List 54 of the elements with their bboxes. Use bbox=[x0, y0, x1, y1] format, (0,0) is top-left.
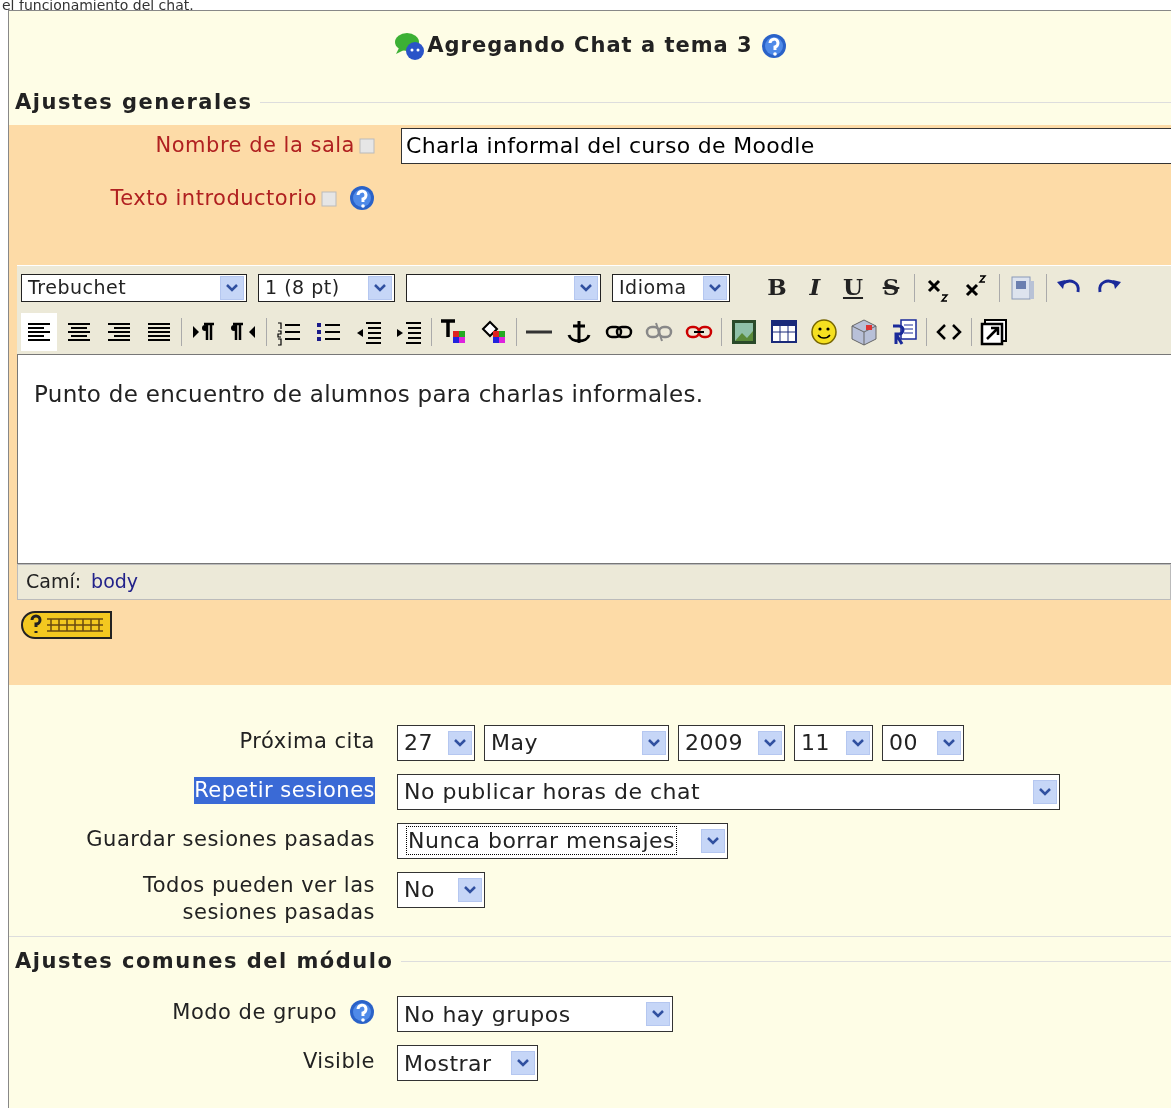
path-link[interactable]: body bbox=[91, 567, 139, 596]
chevron-down-icon bbox=[651, 1009, 665, 1019]
field-label: Próxima cita bbox=[239, 727, 375, 755]
keyboard-help-icon[interactable] bbox=[21, 609, 113, 640]
section-legend: Ajustes comunes del módulo bbox=[15, 945, 394, 977]
field-label: Todos pueden ver las sesiones pasadas bbox=[142, 871, 375, 926]
editor-text: Punto de encuentro de alumnos para charlas informales. bbox=[34, 380, 704, 407]
format-button[interactable]: U bbox=[838, 270, 868, 305]
chevron-down-icon bbox=[579, 282, 593, 293]
field-label: Nombre de la sala bbox=[155, 131, 355, 159]
chevron-down-icon bbox=[851, 737, 865, 748]
page-title: Agregando Chat a tema 3 bbox=[427, 32, 753, 60]
chevron-down-icon bbox=[708, 282, 722, 293]
chevron-down-icon bbox=[463, 884, 477, 895]
intro-text: el funcionamiento del chat. bbox=[1, 0, 195, 10]
dropdown[interactable]: No publicar horas de chat bbox=[397, 773, 1060, 810]
chevron-down-icon bbox=[942, 737, 956, 748]
dropdown[interactable]: No bbox=[397, 871, 485, 908]
section-legend: Ajustes generales bbox=[15, 87, 253, 119]
help-icon[interactable] bbox=[349, 184, 375, 211]
chevron-down-icon bbox=[373, 282, 387, 293]
dropdown[interactable]: Nunca borrar mensajes bbox=[397, 822, 728, 859]
field-label: Modo de grupo bbox=[172, 999, 337, 1026]
field-label: Guardar sesiones pasadas bbox=[86, 825, 375, 853]
dropdown[interactable]: Trebuchet bbox=[21, 273, 247, 302]
chevron-down-icon bbox=[647, 737, 661, 748]
dropdown[interactable]: Mostrar bbox=[397, 1045, 538, 1081]
dropdown[interactable]: May bbox=[484, 724, 669, 761]
dropdown[interactable]: No hay grupos bbox=[397, 996, 673, 1032]
dropdown[interactable]: Idioma bbox=[612, 273, 730, 302]
dropdown[interactable]: 00 bbox=[882, 724, 964, 761]
align-icon[interactable] bbox=[21, 312, 57, 351]
field-label: Visible bbox=[302, 1048, 375, 1075]
chevron-down-icon bbox=[763, 737, 777, 748]
format-button[interactable]: B bbox=[762, 270, 792, 305]
chevron-down-icon bbox=[453, 737, 467, 748]
chevron-down-icon bbox=[706, 835, 720, 846]
editor-area[interactable]: Punto de encuentro de alumnos para charlas informales. bbox=[17, 353, 1171, 564]
format-button[interactable]: S bbox=[876, 270, 906, 305]
chevron-down-icon bbox=[1038, 786, 1052, 797]
chevron-down-icon bbox=[516, 1058, 530, 1068]
dropdown[interactable]: 27 bbox=[397, 724, 475, 761]
format-button[interactable]: I bbox=[800, 270, 830, 305]
dropdown[interactable]: 11 bbox=[794, 724, 873, 761]
dropdown[interactable]: 1 (8 pt) bbox=[258, 273, 395, 302]
dropdown[interactable]: 2009 bbox=[678, 724, 785, 761]
field-label: Texto introductorio bbox=[110, 184, 317, 212]
text-input[interactable]: Charla informal del curso de Moodle bbox=[401, 127, 1171, 164]
help-icon[interactable] bbox=[760, 33, 787, 59]
field-label: Repetir sesiones bbox=[194, 776, 375, 804]
chevron-down-icon bbox=[225, 282, 239, 293]
path-label: Camí: bbox=[26, 569, 82, 595]
help-icon[interactable] bbox=[349, 999, 375, 1025]
dropdown[interactable] bbox=[406, 273, 601, 302]
